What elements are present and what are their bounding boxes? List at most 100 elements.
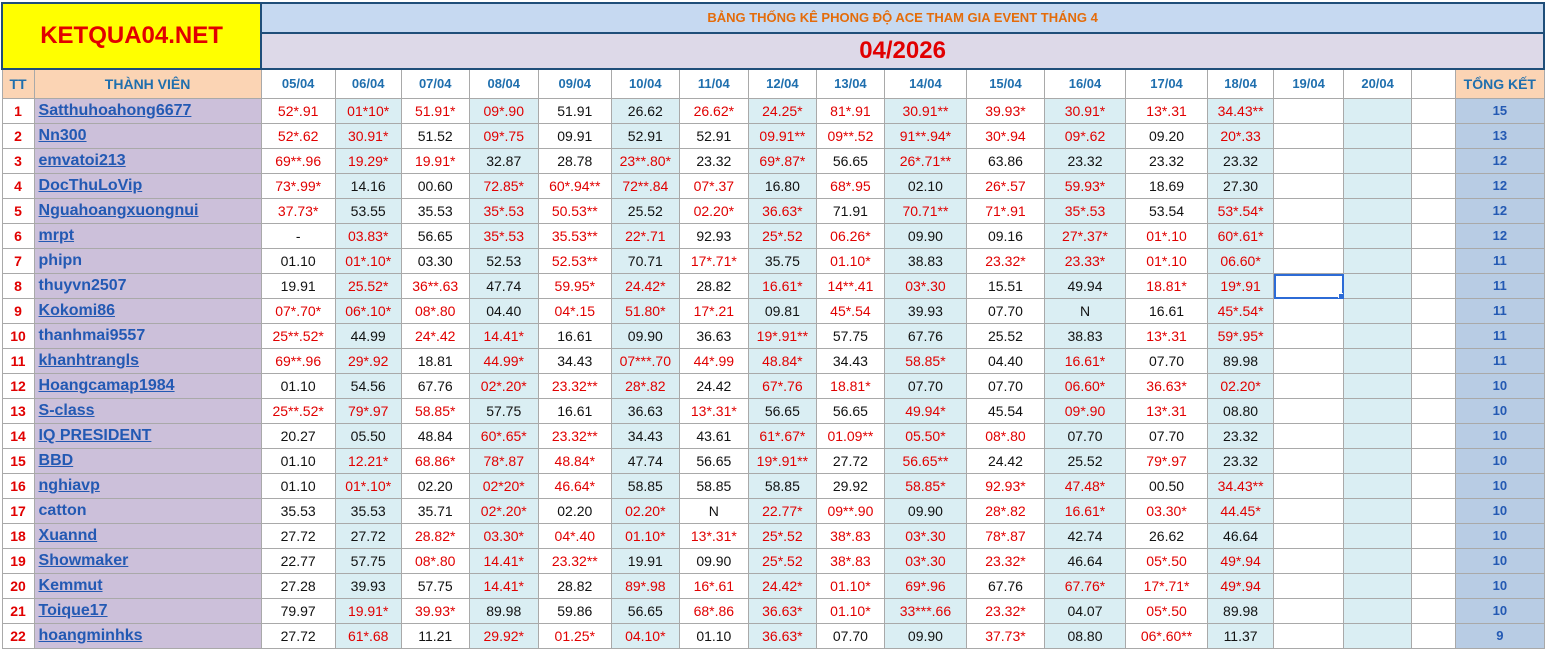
score-cell[interactable]: 24.42 — [965, 448, 1045, 474]
score-cell[interactable]: 27.30 — [1207, 173, 1275, 199]
score-cell[interactable]: 60*.61* — [1207, 223, 1275, 249]
score-cell[interactable]: 69*.87* — [747, 148, 817, 174]
score-cell[interactable]: 11.21 — [400, 623, 470, 649]
score-cell[interactable]: 35.71 — [400, 498, 470, 524]
total-cell[interactable]: 13 — [1455, 123, 1545, 149]
total-cell[interactable]: 12 — [1455, 173, 1545, 199]
score-cell[interactable]: 03*.30 — [883, 273, 967, 299]
score-cell[interactable]: 08*.80 — [965, 423, 1045, 449]
score-cell[interactable]: 36.63* — [747, 623, 817, 649]
score-cell[interactable]: 39.93 — [334, 573, 402, 599]
score-cell[interactable]: 02.20 — [537, 498, 612, 524]
score-cell[interactable]: 69**.96 — [260, 348, 336, 374]
score-cell[interactable]: 79*.97 — [1125, 448, 1209, 474]
score-cell[interactable]: 45.54 — [965, 398, 1045, 424]
total-cell[interactable]: 11 — [1455, 273, 1545, 299]
score-cell[interactable]: 36.63* — [747, 598, 817, 624]
score-cell[interactable]: 92.93* — [965, 473, 1045, 499]
score-cell[interactable]: 24.42 — [678, 373, 749, 399]
spacer-cell[interactable] — [1411, 623, 1457, 649]
total-cell[interactable]: 10 — [1455, 598, 1545, 624]
score-cell[interactable]: 60*.94** — [537, 173, 612, 199]
score-cell[interactable]: 52.91 — [678, 123, 749, 149]
score-cell[interactable]: 18.81* — [815, 373, 885, 399]
score-cell[interactable]: 03.83* — [334, 223, 402, 249]
member-name[interactable]: Satthuhoahong6677 — [33, 98, 262, 124]
score-cell[interactable]: 22.77* — [747, 498, 817, 524]
score-cell[interactable]: 18.69 — [1125, 173, 1209, 199]
score-cell[interactable]: 13*.31 — [1125, 398, 1209, 424]
score-cell[interactable] — [1273, 473, 1345, 499]
total-cell[interactable]: 15 — [1455, 98, 1545, 124]
spacer-cell[interactable] — [1411, 348, 1457, 374]
score-cell[interactable]: 19.91* — [334, 598, 402, 624]
score-cell[interactable]: 72**.84 — [610, 173, 680, 199]
total-cell[interactable]: 10 — [1455, 423, 1545, 449]
score-cell[interactable]: 36.63 — [678, 323, 749, 349]
score-cell[interactable] — [1273, 423, 1345, 449]
spacer-cell[interactable] — [1411, 148, 1457, 174]
score-cell[interactable]: 25.52* — [334, 273, 402, 299]
score-cell[interactable]: 30.91* — [1043, 98, 1127, 124]
score-cell[interactable]: 54.56 — [334, 373, 402, 399]
score-cell[interactable]: 28.82 — [678, 273, 749, 299]
score-cell[interactable]: 46.64* — [537, 473, 612, 499]
score-cell[interactable]: 03.30* — [468, 523, 539, 549]
score-cell[interactable]: 59.86 — [537, 598, 612, 624]
member-name[interactable]: mrpt — [33, 223, 262, 249]
score-cell[interactable]: 35.53 — [260, 498, 336, 524]
score-cell[interactable]: 23.32 — [678, 148, 749, 174]
score-cell[interactable]: 19.91* — [400, 148, 470, 174]
spacer-cell[interactable] — [1411, 423, 1457, 449]
score-cell[interactable] — [1343, 123, 1413, 149]
score-cell[interactable]: 07.70 — [965, 373, 1045, 399]
score-cell[interactable]: 56.65 — [815, 398, 885, 424]
score-cell[interactable] — [1343, 248, 1413, 274]
score-cell[interactable]: 07.70 — [1125, 423, 1209, 449]
score-cell[interactable]: 09.90 — [883, 498, 967, 524]
score-cell[interactable]: 09**.90 — [815, 498, 885, 524]
score-cell[interactable]: 58.85 — [678, 473, 749, 499]
score-cell[interactable]: 68*.86 — [678, 598, 749, 624]
score-cell[interactable]: 04*.40 — [537, 523, 612, 549]
score-cell[interactable]: 16.61* — [1043, 348, 1127, 374]
score-cell[interactable]: 23.32** — [537, 373, 612, 399]
score-cell[interactable]: 16.61 — [537, 398, 612, 424]
score-cell[interactable]: 03.30 — [400, 248, 470, 274]
score-cell[interactable]: 14.16 — [334, 173, 402, 199]
member-name[interactable]: S-class — [33, 398, 262, 424]
score-cell[interactable]: 35.75 — [747, 248, 817, 274]
score-cell[interactable]: 56.65** — [883, 448, 967, 474]
score-cell[interactable]: 30*.94 — [965, 123, 1045, 149]
score-cell[interactable]: 06*.60** — [1125, 623, 1209, 649]
score-cell[interactable] — [1273, 498, 1345, 524]
fill-handle[interactable] — [1338, 293, 1343, 298]
score-cell[interactable]: 00.60 — [400, 173, 470, 199]
score-cell[interactable]: 49.94* — [883, 398, 967, 424]
score-cell[interactable]: 73*.99* — [260, 173, 336, 199]
spacer-cell[interactable] — [1411, 173, 1457, 199]
score-cell[interactable]: 18.81 — [400, 348, 470, 374]
score-cell[interactable]: 57.75 — [400, 573, 470, 599]
spacer-cell[interactable] — [1411, 248, 1457, 274]
score-cell[interactable] — [1343, 223, 1413, 249]
member-name[interactable]: Xuannd — [33, 523, 262, 549]
score-cell[interactable]: 23.32* — [965, 598, 1045, 624]
score-cell[interactable]: 47.74 — [468, 273, 539, 299]
score-cell[interactable]: 26*.71** — [883, 148, 967, 174]
score-cell[interactable]: 01*.10* — [334, 248, 402, 274]
score-cell[interactable]: 01*.10 — [1125, 248, 1209, 274]
score-cell[interactable] — [1273, 123, 1345, 149]
score-cell[interactable]: 09.90 — [678, 548, 749, 574]
score-cell[interactable]: 16.61 — [537, 323, 612, 349]
score-cell[interactable]: 06.60* — [1207, 248, 1275, 274]
score-cell[interactable]: 01.10* — [610, 523, 680, 549]
score-cell[interactable]: 02.20* — [1207, 373, 1275, 399]
score-cell[interactable]: 07*.70* — [260, 298, 336, 324]
score-cell[interactable]: 14.41* — [468, 548, 539, 574]
score-cell[interactable]: 22.77 — [260, 548, 336, 574]
score-cell[interactable]: 36.63* — [747, 198, 817, 224]
score-cell[interactable]: 23.32 — [1125, 148, 1209, 174]
score-cell[interactable]: 02.20 — [400, 473, 470, 499]
score-cell[interactable]: 53*.54* — [1207, 198, 1275, 224]
